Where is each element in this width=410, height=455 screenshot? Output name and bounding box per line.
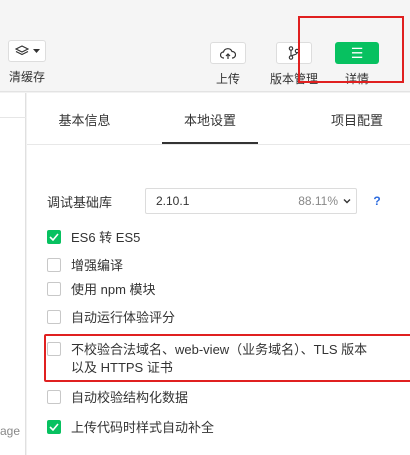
tab-local-settings[interactable]: 本地设置 bbox=[160, 93, 260, 145]
clear-cache-label: 清缓存 bbox=[8, 70, 45, 84]
check-icon bbox=[49, 233, 59, 241]
checkbox-checked[interactable] bbox=[47, 420, 61, 434]
option-style-autocomplete[interactable]: 上传代码时样式自动补全 bbox=[47, 419, 214, 437]
caret-down-icon bbox=[32, 48, 40, 53]
option-label: 自动校验结构化数据 bbox=[71, 390, 189, 405]
debug-library-label: 调试基础库 bbox=[47, 194, 113, 210]
layers-icon bbox=[14, 45, 29, 56]
library-version: 2.10.1 bbox=[156, 194, 190, 208]
details-tabs: 基本信息 本地设置 项目配置 bbox=[27, 93, 410, 145]
toolbar: 清缓存 上传 版本管理 ☰ 详情 bbox=[0, 0, 410, 92]
option-label: ES6 转 ES5 bbox=[71, 230, 141, 245]
checkbox-unchecked[interactable] bbox=[47, 282, 61, 296]
option-auto-check-structured-data[interactable]: 自动校验结构化数据 bbox=[47, 389, 188, 407]
checkbox-unchecked[interactable] bbox=[47, 390, 61, 404]
clear-cache-button[interactable]: 清缓存 bbox=[6, 40, 48, 84]
debug-library-select[interactable]: 2.10.1 88.11% bbox=[145, 188, 357, 214]
editor-divider bbox=[0, 117, 26, 118]
checkbox-unchecked[interactable] bbox=[47, 310, 61, 324]
option-es6-to-es5[interactable]: ES6 转 ES5 bbox=[47, 229, 140, 247]
library-coverage: 88.11% bbox=[298, 194, 338, 208]
active-tab-indicator bbox=[162, 142, 258, 144]
option-label: 使用 npm 模块 bbox=[71, 282, 156, 297]
option-label: 上传代码时样式自动补全 bbox=[71, 420, 215, 435]
tab-project-config[interactable]: 项目配置 bbox=[302, 93, 410, 145]
checkbox-unchecked[interactable] bbox=[47, 258, 61, 272]
details-highlight-box bbox=[298, 16, 404, 83]
checkbox-checked[interactable] bbox=[47, 230, 61, 244]
cloud-upload-icon bbox=[220, 47, 236, 59]
option-enhanced-compile[interactable]: 增强编译 bbox=[47, 257, 123, 275]
upload-label: 上传 bbox=[215, 72, 240, 86]
editor-cut-text: age bbox=[0, 424, 21, 438]
tab-basic-info[interactable]: 基本信息 bbox=[27, 93, 142, 145]
help-icon[interactable]: ? bbox=[370, 194, 384, 208]
check-icon bbox=[49, 423, 59, 431]
option-auto-audit[interactable]: 自动运行体验评分 bbox=[47, 309, 175, 327]
option-label: 增强编译 bbox=[71, 258, 124, 273]
clear-cache-icon-box bbox=[8, 40, 46, 62]
details-panel: 基本信息 本地设置 项目配置 调试基础库 2.10.1 88.11% ? ES6… bbox=[27, 93, 410, 455]
option-label: 自动运行体验评分 bbox=[71, 310, 176, 325]
editor-strip bbox=[0, 93, 26, 455]
chevron-down-icon bbox=[343, 199, 351, 204]
option-npm-modules[interactable]: 使用 npm 模块 bbox=[47, 281, 156, 299]
upload-icon-box bbox=[210, 42, 246, 64]
debug-library-row: 调试基础库 2.10.1 88.11% bbox=[47, 188, 357, 214]
upload-button[interactable]: 上传 bbox=[210, 42, 246, 86]
option-highlight-box bbox=[44, 334, 410, 382]
